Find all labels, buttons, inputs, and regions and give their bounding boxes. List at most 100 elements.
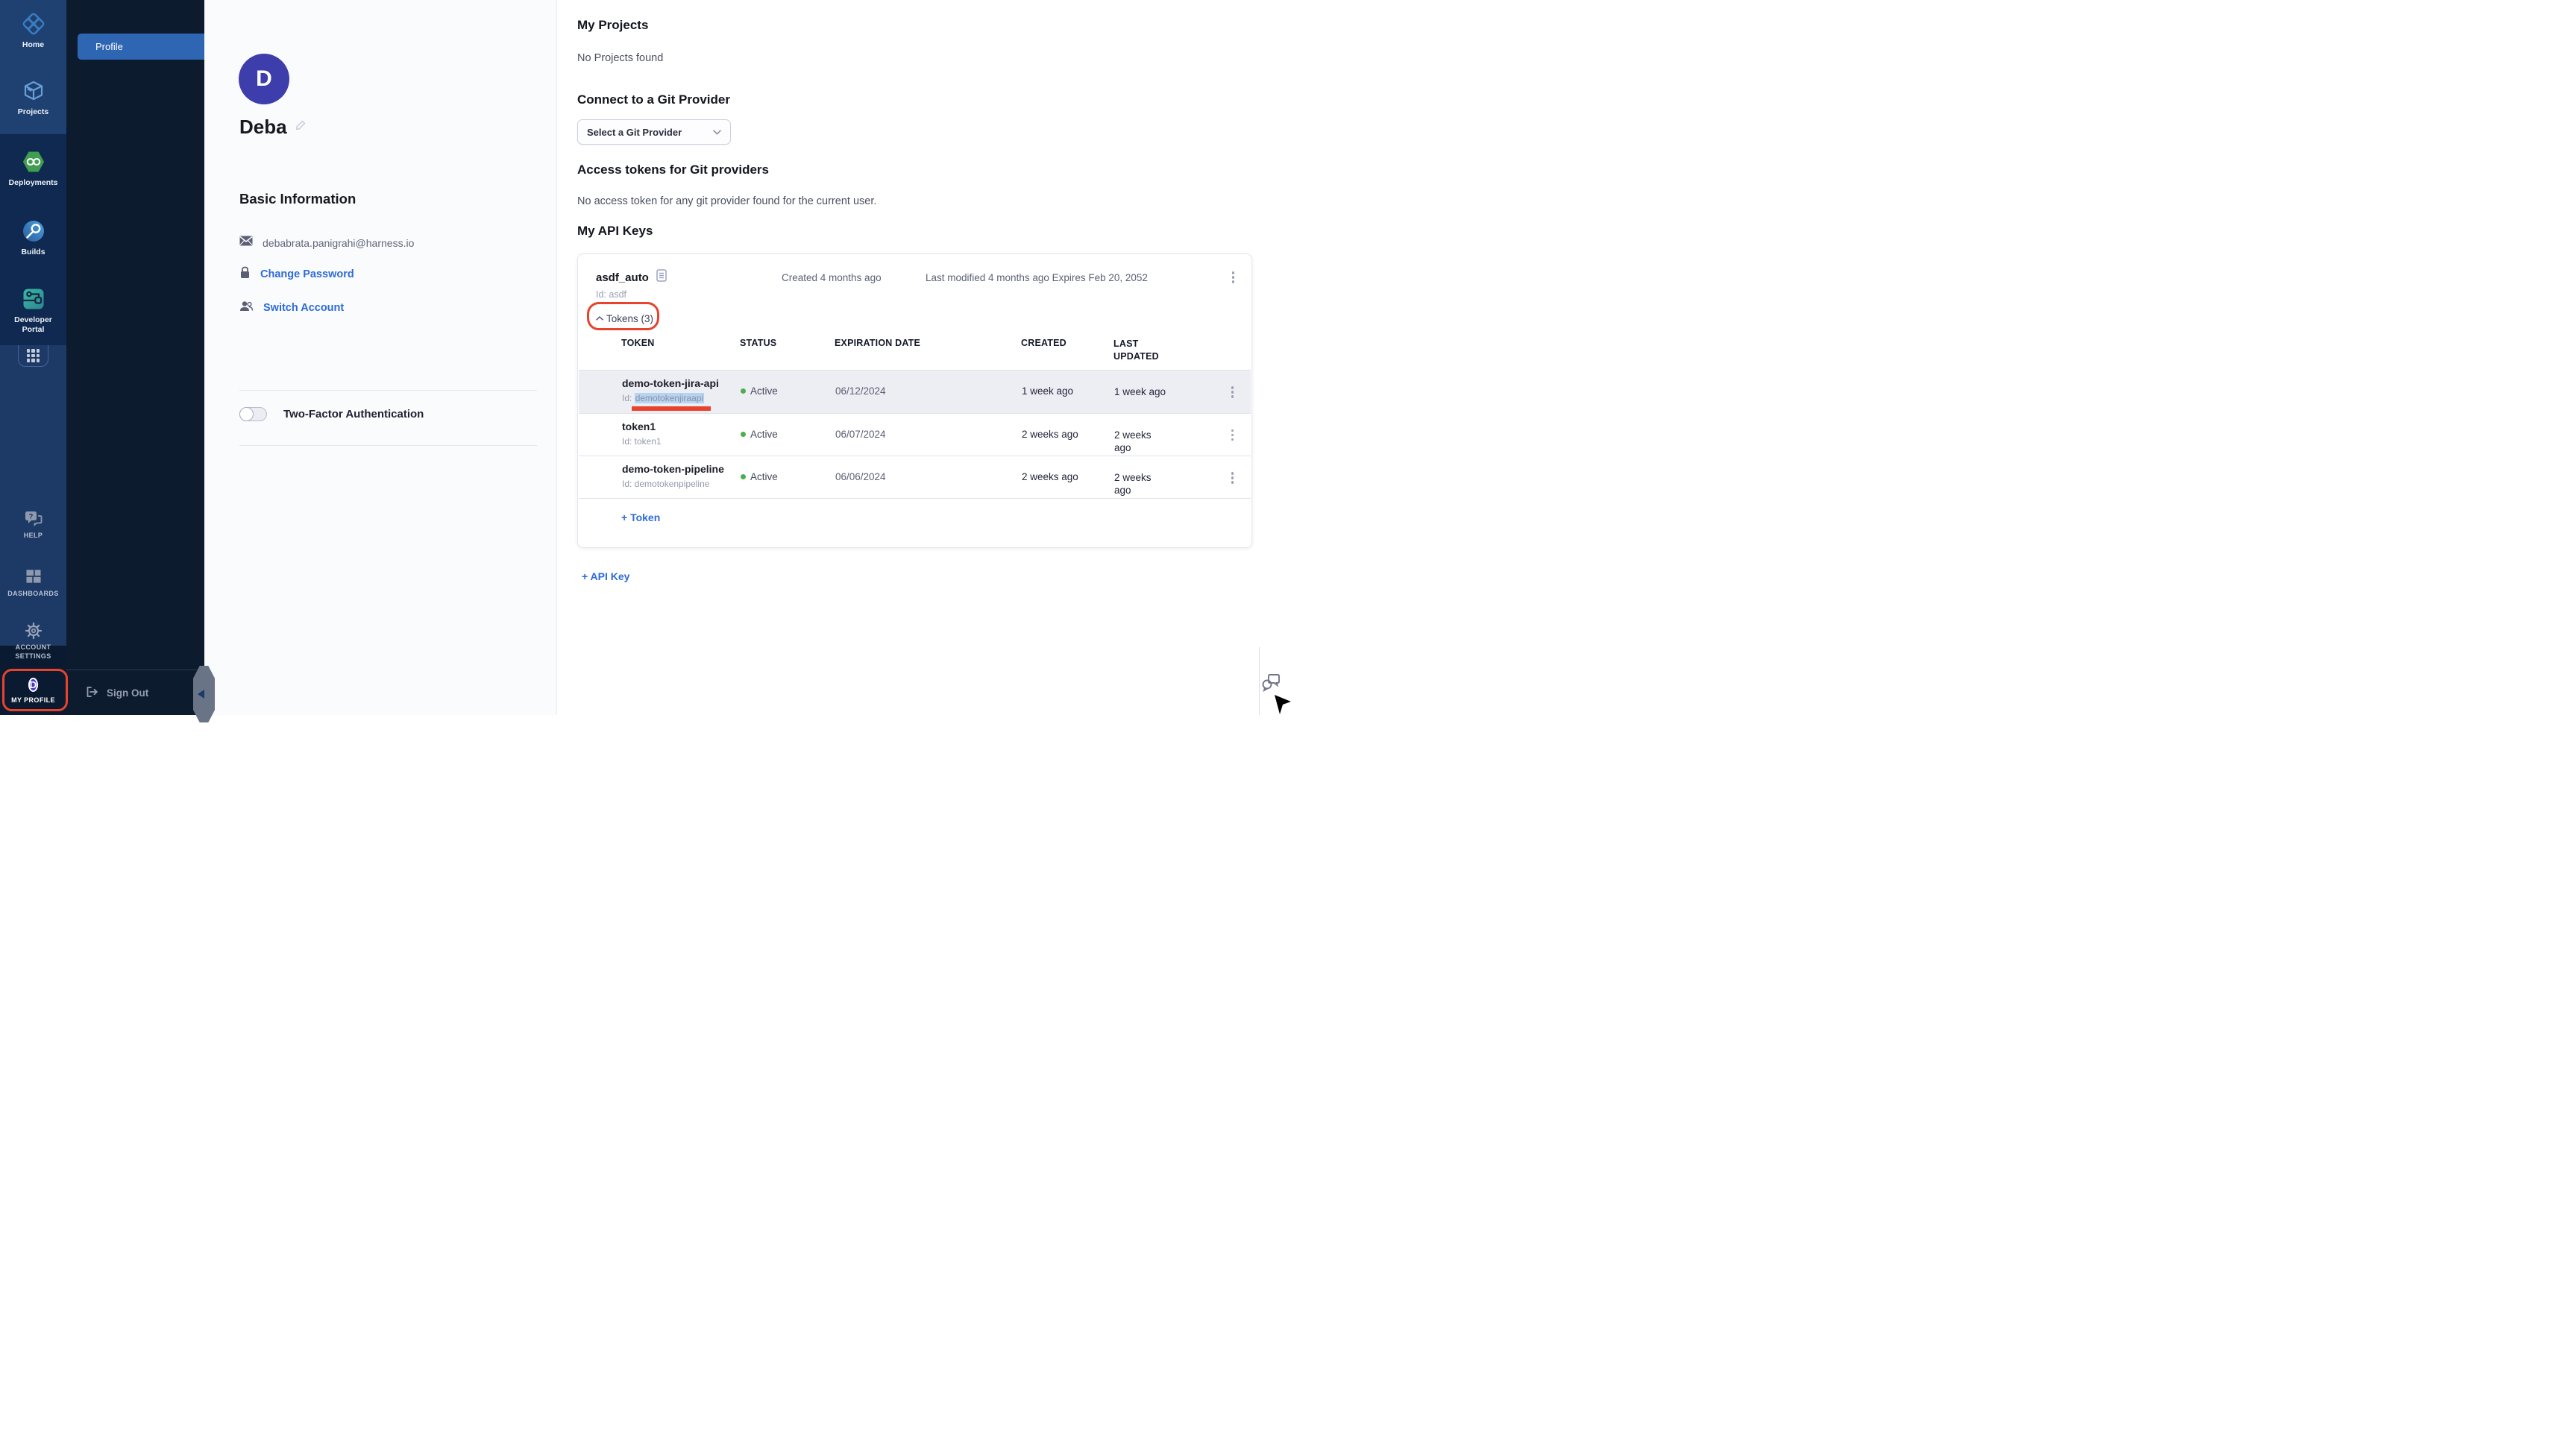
divider (239, 445, 537, 446)
token-id: Id: demotokenpipeline (622, 479, 709, 489)
token-id-prefix: Id: (622, 393, 632, 403)
sidebar-item-builds[interactable]: Builds (0, 218, 66, 257)
developer-portal-icon (0, 286, 66, 312)
user-avatar-large: D (239, 54, 289, 104)
no-access-token-text: No access token for any git provider fou… (577, 195, 876, 207)
home-icon (0, 10, 66, 37)
token-expiration: 06/06/2024 (835, 471, 886, 482)
sidebar-item-dashboards[interactable]: DASHBOARDS (0, 567, 66, 598)
sidebar-item-account-settings[interactable]: ACCOUNT SETTINGS (0, 621, 66, 661)
add-api-key-button[interactable]: + API Key (582, 570, 629, 582)
module-switcher-button[interactable] (18, 345, 48, 367)
token-id: Id: demotokenjiraapi (622, 393, 704, 403)
sidebar-item-label: Developer Portal (4, 315, 63, 334)
api-key-name-row: asdf_auto (596, 269, 667, 286)
token-created: 2 weeks ago (1022, 471, 1078, 482)
panel-collapse-handle[interactable] (193, 666, 215, 722)
add-token-button[interactable]: + Token (621, 511, 660, 523)
nav-item-profile[interactable]: Profile (78, 34, 204, 60)
no-projects-text: No Projects found (577, 52, 663, 64)
svg-text:?: ? (28, 513, 33, 520)
git-provider-select[interactable]: Select a Git Provider (577, 119, 731, 145)
switch-account-users-icon (239, 300, 254, 315)
sidebar-item-label: Deployments (0, 178, 66, 188)
token-name: demo-token-jira-api (622, 377, 719, 389)
user-email: debabrata.panigrahi@harness.io (263, 237, 414, 249)
sidebar-item-developer-portal[interactable]: Developer Portal (0, 286, 66, 334)
col-header-expiration: EXPIRATION DATE (835, 338, 920, 348)
sidebar-item-label: Projects (0, 107, 66, 117)
dashboards-icon (0, 567, 66, 586)
git-provider-select-value: Select a Git Provider (587, 127, 682, 138)
help-chat-icon: ? (0, 510, 66, 528)
token-expiration: 06/12/2024 (835, 385, 886, 397)
annotation-underline-token-id (632, 406, 711, 411)
sidebar-item-label: Builds (0, 248, 66, 257)
user-avatar-small: D (28, 678, 38, 692)
chat-support-icon[interactable] (1260, 673, 1281, 696)
copy-clipboard-icon[interactable] (656, 269, 667, 286)
token-row: demo-token-pipeline Id: demotokenpipelin… (579, 456, 1251, 499)
status-dot-icon (741, 388, 746, 394)
token-id: Id: token1 (622, 436, 662, 447)
token-updated: 2 weeks ago (1114, 429, 1168, 454)
sidebar-item-help[interactable]: ? HELP (0, 510, 66, 540)
token-updated: 2 weeks ago (1114, 471, 1168, 497)
gear-icon (0, 621, 66, 640)
token-status: Active (741, 429, 778, 440)
chevron-down-icon (713, 125, 721, 139)
api-key-name: asdf_auto (596, 271, 649, 284)
sidebar-item-my-profile[interactable]: D MY PROFILE (0, 677, 66, 705)
profile-summary-column: D Deba Basic Information debabrata.panig… (204, 0, 557, 715)
api-key-created: Created 4 months ago (782, 272, 882, 283)
sign-out-button[interactable]: Sign Out (66, 670, 204, 715)
profile-details-main: My Projects No Projects found Connect to… (557, 0, 1288, 715)
projects-cube-icon (0, 78, 66, 104)
email-row: debabrata.panigrahi@harness.io (239, 236, 414, 250)
token-kebab-menu[interactable] (1229, 384, 1237, 400)
sidebar-item-label: HELP (0, 531, 66, 540)
token-status: Active (741, 385, 778, 397)
user-name: Deba (239, 116, 287, 139)
change-password-link[interactable]: Change Password (260, 268, 354, 280)
user-name-row: Deba (239, 116, 307, 139)
token-kebab-menu[interactable] (1229, 470, 1237, 486)
col-header-last-updated: LAST UPDATED (1113, 338, 1167, 363)
api-key-id: Id: asdf (596, 289, 626, 300)
two-factor-row: Two-Factor Authentication (239, 407, 424, 421)
sidebar-item-home[interactable]: Home (0, 10, 66, 50)
api-key-modified: Last modified 4 months ago Expires Feb 2… (926, 272, 1148, 283)
token-created: 1 week ago (1022, 385, 1073, 397)
edit-name-pencil-icon[interactable] (295, 119, 307, 135)
divider (239, 390, 537, 391)
token-id-selected-text: demotokenjiraapi (635, 393, 704, 403)
sidebar-item-label: DASHBOARDS (0, 589, 66, 598)
api-key-kebab-menu[interactable] (1230, 269, 1237, 286)
sidebar-item-deployments[interactable]: Deployments (0, 148, 66, 188)
status-dot-icon (741, 432, 746, 437)
two-factor-toggle[interactable] (239, 407, 267, 421)
my-projects-title: My Projects (577, 18, 648, 33)
sidebar-item-label: ACCOUNT SETTINGS (7, 643, 60, 661)
token-row: demo-token-jira-api Id: demotokenjiraapi… (579, 370, 1251, 413)
token-row: token1 Id: token1 Active 06/07/2024 2 we… (579, 413, 1251, 456)
switch-account-link[interactable]: Switch Account (263, 302, 344, 314)
switch-account-row: Switch Account (239, 300, 344, 315)
tokens-expander[interactable]: Tokens (3) (596, 312, 653, 325)
email-envelope-icon (239, 236, 253, 250)
token-expiration: 06/07/2024 (835, 429, 886, 440)
token-name: token1 (622, 421, 656, 432)
chevron-up-icon (596, 312, 603, 325)
git-provider-title: Connect to a Git Provider (577, 92, 730, 107)
status-dot-icon (741, 474, 746, 479)
sidebar-item-label: MY PROFILE (0, 696, 66, 705)
token-status: Active (741, 471, 778, 482)
sidebar-item-label: Home (0, 40, 66, 50)
profile-nav-panel: Profile Sign Out (66, 0, 204, 715)
col-header-created: CREATED (1021, 338, 1066, 348)
token-kebab-menu[interactable] (1229, 427, 1237, 444)
module-sidebar: Home Projects Deployments (0, 0, 66, 715)
access-tokens-title: Access tokens for Git providers (577, 163, 769, 177)
token-name: demo-token-pipeline (622, 463, 724, 475)
sidebar-item-projects[interactable]: Projects (0, 78, 66, 117)
